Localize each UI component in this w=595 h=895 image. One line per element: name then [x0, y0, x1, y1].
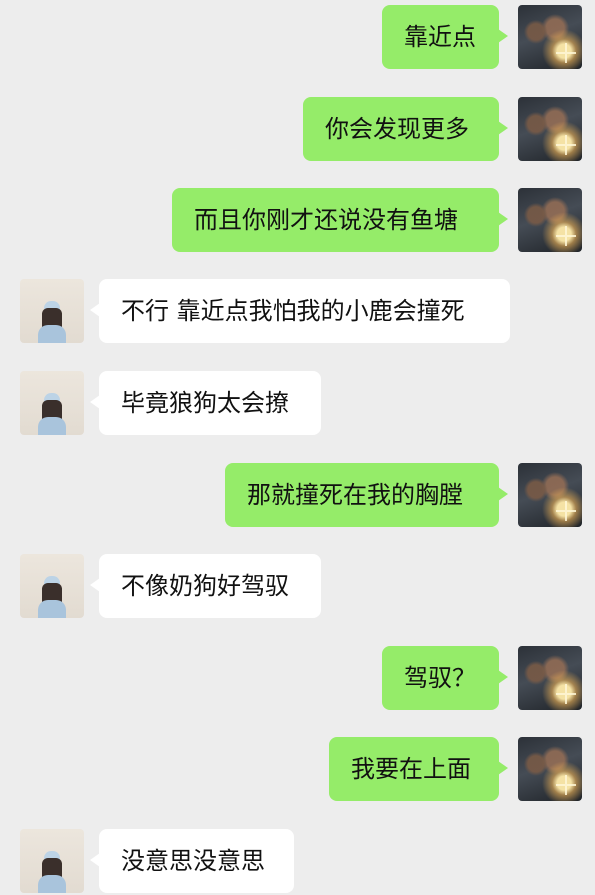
message-row: 不行 靠近点我怕我的小鹿会撞死	[0, 279, 595, 343]
sparkler-icon	[556, 501, 576, 521]
message-row: 那就撞死在我的胸膛	[0, 463, 595, 527]
avatar[interactable]	[518, 463, 582, 527]
message-row: 不像奶狗好驾驭	[0, 554, 595, 618]
message-row: 我要在上面	[0, 737, 595, 801]
avatar[interactable]	[518, 646, 582, 710]
avatar[interactable]	[518, 97, 582, 161]
avatar[interactable]	[518, 188, 582, 252]
message-bubble[interactable]: 那就撞死在我的胸膛	[225, 463, 508, 527]
message-bubble[interactable]: 靠近点	[382, 5, 508, 69]
message-bubble[interactable]: 不像奶狗好驾驭	[90, 554, 321, 618]
sparkler-icon	[556, 684, 576, 704]
message-row: 靠近点	[0, 5, 595, 69]
avatar[interactable]	[20, 279, 84, 343]
message-row: 没意思没意思	[0, 829, 595, 893]
sparkler-icon	[556, 775, 576, 795]
message-row: 毕竟狼狗太会撩	[0, 371, 595, 435]
avatar[interactable]	[518, 737, 582, 801]
message-bubble[interactable]: 不行 靠近点我怕我的小鹿会撞死	[90, 279, 510, 343]
avatar[interactable]	[20, 829, 84, 893]
message-bubble[interactable]: 驾驭？	[382, 646, 508, 710]
message-bubble[interactable]: 毕竟狼狗太会撩	[90, 371, 321, 435]
message-bubble[interactable]: 我要在上面	[329, 737, 508, 801]
avatar[interactable]	[518, 5, 582, 69]
message-bubble[interactable]: 而且你刚才还说没有鱼塘	[172, 188, 508, 252]
message-row: 驾驭？	[0, 646, 595, 710]
sparkler-icon	[556, 226, 576, 246]
avatar[interactable]	[20, 554, 84, 618]
sparkler-icon	[556, 135, 576, 155]
sparkler-icon	[556, 43, 576, 63]
message-row: 你会发现更多	[0, 97, 595, 161]
message-bubble[interactable]: 你会发现更多	[303, 97, 508, 161]
message-row: 而且你刚才还说没有鱼塘	[0, 188, 595, 252]
avatar[interactable]	[20, 371, 84, 435]
message-bubble[interactable]: 没意思没意思	[90, 829, 294, 893]
chat-window: 靠近点 你会发现更多 而且你刚才还说没有鱼塘 不行 靠近点我怕我的小鹿会撞死 毕…	[0, 0, 595, 895]
